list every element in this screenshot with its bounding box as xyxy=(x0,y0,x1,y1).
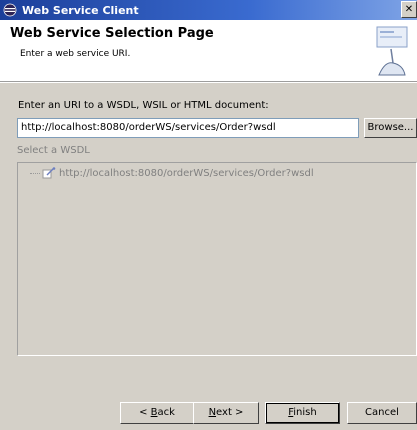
wizard-header: Web Service Selection Page Enter a web s… xyxy=(0,20,417,82)
uri-input[interactable]: http://localhost:8080/orderWS/services/O… xyxy=(17,118,359,138)
cancel-button[interactable]: Cancel xyxy=(347,402,417,424)
wsdl-label: Select a WSDL xyxy=(17,145,90,156)
page-title: Web Service Selection Page xyxy=(10,26,214,41)
web-service-wizard-icon xyxy=(376,26,408,76)
close-icon: ✕ xyxy=(404,4,414,15)
next-button[interactable]: Next > xyxy=(193,402,259,424)
window-title: Web Service Client xyxy=(22,3,139,17)
wsdl-file-icon xyxy=(42,167,56,179)
tree-item[interactable]: http://localhost:8080/orderWS/services/O… xyxy=(30,167,314,179)
tree-connector xyxy=(30,172,40,174)
wizard-body: Enter an URI to a WSDL, WSIL or HTML doc… xyxy=(0,83,417,396)
page-description: Enter a web service URI. xyxy=(20,49,131,59)
uri-label: Enter an URI to a WSDL, WSIL or HTML doc… xyxy=(18,100,269,111)
tree-item-label: http://localhost:8080/orderWS/services/O… xyxy=(59,167,314,179)
window-titlebar[interactable]: Web Service Client ✕ xyxy=(0,0,417,20)
button-bar: < Back Next > Finish Cancel xyxy=(0,396,417,430)
eclipse-icon xyxy=(3,3,17,17)
finish-button[interactable]: Finish xyxy=(265,402,340,424)
wsdl-tree[interactable]: http://localhost:8080/orderWS/services/O… xyxy=(17,162,417,356)
browse-button[interactable]: Browse... xyxy=(364,118,417,138)
close-button[interactable]: ✕ xyxy=(401,1,417,18)
back-button[interactable]: < Back xyxy=(120,402,194,424)
